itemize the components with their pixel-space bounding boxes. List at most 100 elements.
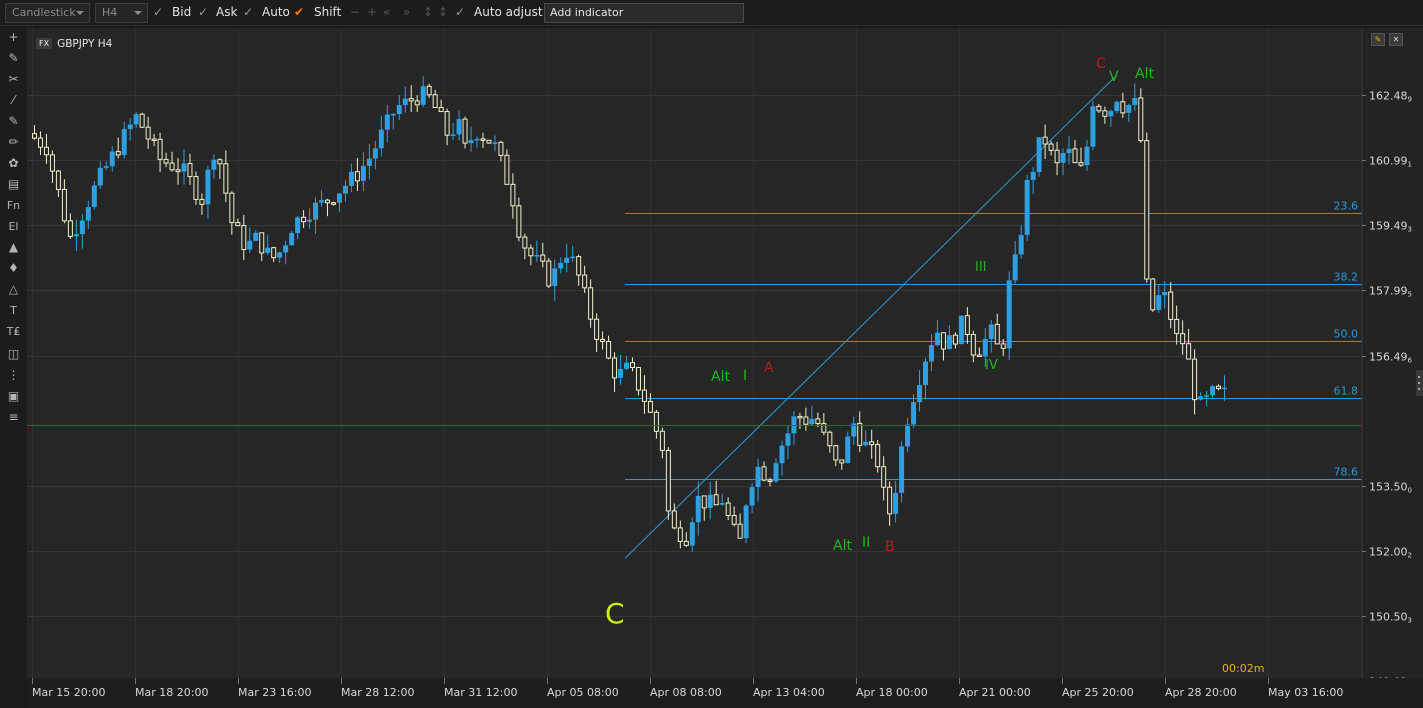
wave-label: I bbox=[743, 368, 747, 384]
bar-countdown: 00:02m bbox=[1222, 662, 1264, 675]
edit-icon[interactable]: ✎ bbox=[1371, 33, 1385, 46]
zoom-out-icon[interactable]: − bbox=[350, 3, 360, 23]
candle-body-bear bbox=[235, 222, 241, 227]
bid-label[interactable]: Bid bbox=[172, 3, 191, 23]
candle-body-bull bbox=[366, 158, 372, 166]
auto-checkbox[interactable]: ✓ bbox=[243, 3, 253, 23]
candle-body-bear bbox=[259, 232, 265, 254]
candle-body-bull bbox=[420, 86, 426, 105]
chart-background bbox=[27, 28, 1423, 708]
candle-body-bear bbox=[32, 133, 37, 139]
shift-label[interactable]: Shift bbox=[314, 3, 341, 23]
candle-body-bull bbox=[1108, 111, 1114, 117]
vertical-stretch-icon[interactable]: ↕ bbox=[438, 3, 448, 23]
candle-body-bear bbox=[1150, 278, 1156, 311]
candle-body-bear bbox=[522, 236, 528, 249]
zoom-in-icon[interactable]: + bbox=[367, 3, 377, 23]
channel-icon[interactable]: ✂ bbox=[5, 71, 22, 88]
candle-body-bear bbox=[869, 441, 875, 446]
candle-body-bull bbox=[211, 159, 217, 170]
auto-adjust-label[interactable]: Auto adjust bbox=[474, 3, 543, 23]
fib-level-label: 23.6 bbox=[1334, 200, 1359, 213]
symbol-name: GBPJPY H4 bbox=[57, 38, 113, 50]
auto-label[interactable]: Auto bbox=[262, 3, 290, 23]
wave-label: V bbox=[1109, 69, 1119, 85]
wave-label: III bbox=[975, 260, 987, 275]
candle-body-bull bbox=[1084, 146, 1090, 166]
ask-checkbox[interactable]: ✓ bbox=[198, 3, 208, 23]
candle-body-bear bbox=[444, 111, 450, 136]
ask-label[interactable]: Ask bbox=[216, 3, 237, 23]
candle-body-bull bbox=[958, 315, 964, 345]
candle-body-bear bbox=[970, 334, 976, 356]
candle-body-bear bbox=[1000, 343, 1006, 349]
scroll-right-icon[interactable]: » bbox=[403, 3, 410, 23]
candle-body-bear bbox=[301, 216, 307, 223]
pattern-icon[interactable]: △ bbox=[5, 281, 22, 298]
candle-body-bear bbox=[701, 495, 707, 509]
vertical-fit-icon[interactable]: ↕ bbox=[423, 3, 433, 23]
candle-body-bull bbox=[1198, 396, 1204, 400]
chevron-down-icon bbox=[76, 11, 84, 15]
close-icon[interactable]: ✕ bbox=[1389, 33, 1403, 46]
price-tick-pipette: 5 bbox=[1408, 291, 1412, 299]
candle-body-bull bbox=[348, 171, 354, 186]
candle-body-bull bbox=[319, 200, 325, 203]
candle-body-bull bbox=[450, 134, 456, 136]
price-axis-bg bbox=[1362, 28, 1423, 708]
candle-body-bear bbox=[833, 445, 839, 461]
candle-body-bull bbox=[707, 494, 713, 508]
bid-checkbox[interactable]: ✓ bbox=[153, 3, 163, 23]
candle-body-bear bbox=[414, 100, 420, 106]
candle-body-bear bbox=[964, 315, 970, 336]
candle-body-bear bbox=[767, 479, 773, 483]
time-tick-label: Mar 31 12:00 bbox=[444, 686, 517, 699]
shape-icon[interactable]: ▲ bbox=[5, 239, 22, 256]
bar-chart-icon[interactable]: ▤ bbox=[5, 176, 22, 193]
panel-resize-handle[interactable] bbox=[1416, 370, 1423, 396]
candle-body-bear bbox=[940, 332, 946, 350]
price-tick-label: 150.503 bbox=[1369, 611, 1412, 625]
candle-body-bear bbox=[1078, 162, 1084, 166]
object-list-icon[interactable]: ⋮ bbox=[5, 367, 22, 384]
add-indicator-input[interactable]: Add indicator bbox=[544, 3, 744, 23]
auto-adjust-checkbox[interactable]: ✓ bbox=[455, 3, 465, 23]
candle-body-bull bbox=[1066, 148, 1072, 154]
shift-checkbox[interactable]: ✔ bbox=[294, 3, 304, 23]
candle-body-bull bbox=[1090, 106, 1096, 147]
chart-type-dropdown[interactable]: Candlestick bbox=[5, 3, 90, 23]
candle-body-bear bbox=[1138, 97, 1144, 142]
text-icon[interactable]: T bbox=[5, 302, 22, 319]
price-tick-pipette: 0 bbox=[1408, 487, 1412, 495]
pencil-icon[interactable]: ✎ bbox=[5, 113, 22, 130]
candle-body-bear bbox=[606, 341, 612, 359]
time-axis: Mar 15 20:00 Mar 18 20:00 Mar 23 16:00 Mar … bbox=[27, 678, 1423, 708]
price-tick-label: 152.002 bbox=[1369, 546, 1412, 560]
candle-body-bull bbox=[1018, 234, 1024, 255]
crosshair-icon[interactable]: + bbox=[5, 29, 22, 46]
trendline-icon[interactable]: ⁄ bbox=[5, 92, 22, 109]
pitchfork-icon[interactable]: ✿ bbox=[5, 155, 22, 172]
ruler-icon[interactable]: ✎ bbox=[5, 50, 22, 67]
candle-body-bull bbox=[1036, 137, 1042, 172]
menu-icon[interactable]: ≡ bbox=[5, 409, 22, 426]
scroll-left-icon[interactable]: « bbox=[383, 3, 390, 23]
label-icon[interactable]: T₤ bbox=[5, 323, 22, 340]
candle-body-bear bbox=[881, 466, 887, 488]
brush-icon[interactable]: ✏ bbox=[5, 134, 22, 151]
timeframe-dropdown[interactable]: H4 bbox=[95, 3, 148, 23]
time-tick-label: Apr 08 08:00 bbox=[650, 686, 722, 699]
price-tick-pipette: 2 bbox=[1408, 552, 1412, 560]
candle-body-bear bbox=[546, 260, 552, 287]
candle-body-bull bbox=[934, 332, 940, 346]
fibonacci-icon[interactable]: Fn bbox=[5, 197, 22, 214]
candle-body-bull bbox=[492, 142, 498, 144]
candle-body-bull bbox=[181, 163, 187, 172]
layers-icon[interactable]: ◫ bbox=[5, 346, 22, 363]
elliott-wave-icon[interactable]: El bbox=[5, 218, 22, 235]
marker-icon[interactable]: ♦ bbox=[5, 260, 22, 277]
candle-body-bull bbox=[79, 220, 85, 235]
price-chart[interactable]: 23.638.250.061.878.6 154.908 AltIAIIIIVA… bbox=[27, 28, 1423, 708]
camera-icon[interactable]: ▣ bbox=[5, 388, 22, 405]
price-tick-pipette: 3 bbox=[1408, 617, 1412, 625]
